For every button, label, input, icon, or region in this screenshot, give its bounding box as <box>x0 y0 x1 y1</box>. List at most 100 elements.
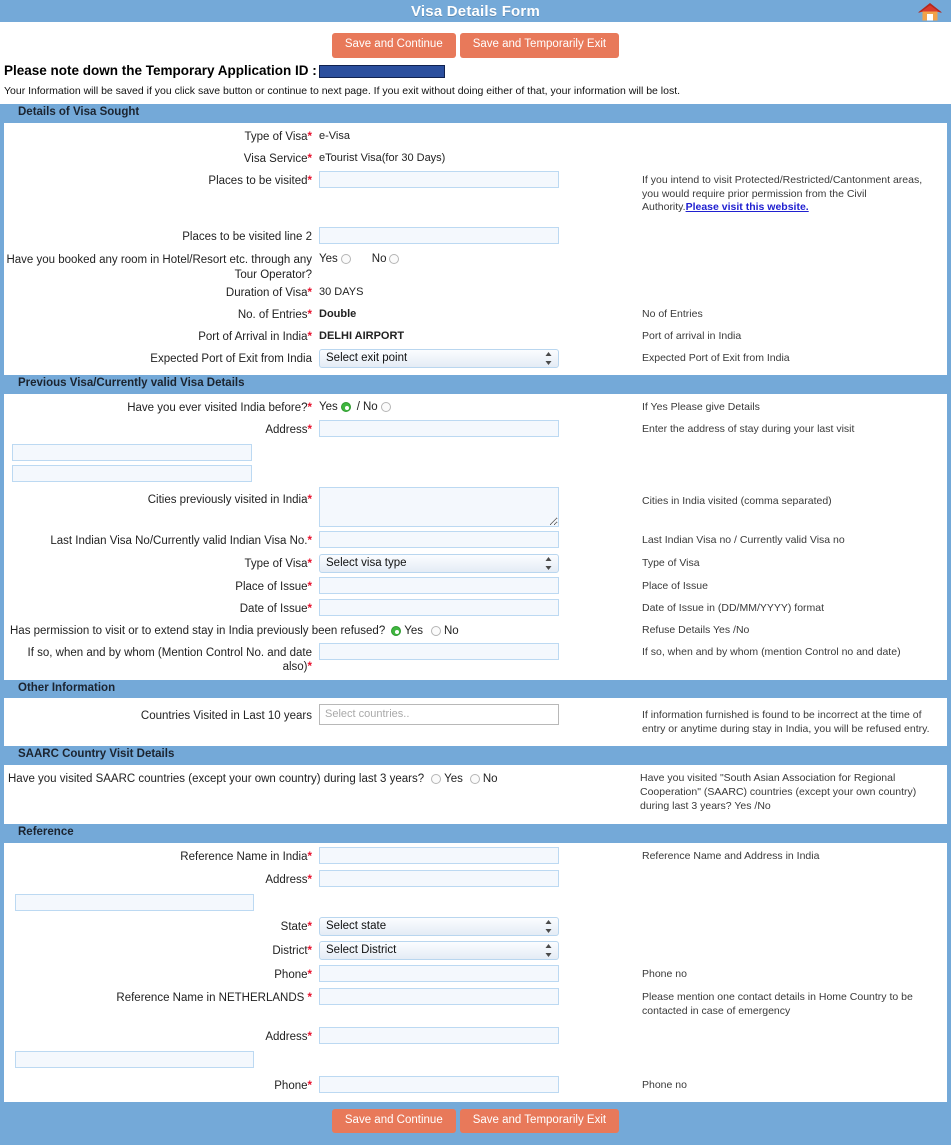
application-id-value-redacted <box>318 65 445 79</box>
visited-yes-radio[interactable] <box>340 401 351 412</box>
help-reference-district <box>634 941 947 944</box>
value-port-of-arrival: DELHI AIRPORT <box>319 330 405 343</box>
help-no-of-entries: No of Entries <box>642 308 703 321</box>
reference-state-select[interactable]: Select state <box>319 917 559 937</box>
help-reference-address-home <box>634 1027 947 1030</box>
protected-areas-website-link[interactable]: Please visit this website. <box>686 201 809 213</box>
row-previous-visa-type: Type of Visa* Select visa type Type of V… <box>4 553 947 575</box>
help-countries-visited: If information furnished is found to be … <box>642 709 930 736</box>
section-header-saarc: SAARC Country Visit Details <box>4 746 947 765</box>
last-visa-no-input[interactable] <box>319 530 559 548</box>
row-reference-state: State* Select state <box>4 917 947 938</box>
required-marker: * <box>307 851 312 864</box>
save-and-continue-button-bottom[interactable]: Save and Continue <box>331 1108 456 1134</box>
refused-no-radio[interactable] <box>431 626 441 637</box>
hotel-no-label: No <box>371 253 387 266</box>
refused-yes-radio[interactable] <box>391 626 402 637</box>
label-port-of-exit: Expected Port of Exit from India <box>150 353 312 366</box>
previous-visa-type-select[interactable]: Select visa type <box>319 553 559 573</box>
saarc-no-radio[interactable] <box>469 774 480 785</box>
reference-name-india-input[interactable] <box>319 847 559 865</box>
help-reference-state <box>634 917 947 920</box>
help-reference-phone-india: Phone no <box>642 968 687 981</box>
question-permission-refused: Has permission to visit or to extend sta… <box>10 624 459 637</box>
label-reference-name-india: Reference Name in India* <box>180 851 312 864</box>
place-of-issue-input[interactable] <box>319 576 559 594</box>
label-reference-state: State* <box>280 921 312 934</box>
required-marker: * <box>307 580 312 593</box>
row-place-of-issue: Place of Issue* Place of Issue <box>4 576 947 598</box>
places-line-2-input[interactable] <box>319 227 559 245</box>
title-bar: Visa Details Form <box>0 0 951 22</box>
port-of-exit-select[interactable]: Select exit point <box>319 349 559 369</box>
if-so-when-by-whom-input[interactable] <box>319 642 559 660</box>
hotel-yes-radio[interactable] <box>340 254 351 265</box>
label-if-so-when-by-whom: If so, when and by whom (Mention Control… <box>27 646 312 674</box>
save-and-temporarily-exit-button-top[interactable]: Save and Temporarily Exit <box>459 33 620 58</box>
label-last-visa-no: Last Indian Visa No/Currently valid Indi… <box>50 534 312 547</box>
label-places-to-be-visited: Places to be visited* <box>208 174 312 187</box>
required-marker: * <box>307 287 312 300</box>
row-reference-name-home-country: Reference Name in NETHERLANDS * Please m… <box>4 988 947 1019</box>
footer-button-row: Save and Continue Save and Temporarily E… <box>0 1101 951 1142</box>
row-reference-address-india: Address* <box>4 870 947 891</box>
row-countries-visited: Countries Visited in Last 10 years Selec… <box>4 704 947 737</box>
hotel-no-radio[interactable] <box>389 254 400 265</box>
radio-separator: / <box>356 400 360 413</box>
previous-address-line-3-input[interactable] <box>12 464 252 482</box>
save-note-text: Your Information will be saved if you cl… <box>4 85 681 98</box>
previous-address-line-2-input[interactable] <box>12 443 252 461</box>
row-if-so-when-by-whom: If so, when and by whom (Mention Control… <box>4 642 947 675</box>
save-and-continue-button-top[interactable]: Save and Continue <box>331 33 456 58</box>
row-permission-refused: Has permission to visit or to extend sta… <box>4 621 947 642</box>
cities-visited-textarea[interactable] <box>319 486 559 527</box>
required-marker: * <box>307 1030 312 1043</box>
reference-address-india-line-2-wrap <box>4 892 947 913</box>
visited-no-radio[interactable] <box>380 401 391 412</box>
reference-address-india-line-2-input[interactable] <box>15 894 254 912</box>
reference-name-home-country-input[interactable] <box>319 988 559 1006</box>
row-cities-visited: Cities previously visited in India* Citi… <box>4 486 947 530</box>
row-port-of-arrival: Port of Arrival in India* DELHI AIRPORT … <box>4 327 947 348</box>
reference-phone-home-input[interactable] <box>319 1075 559 1093</box>
label-place-of-issue: Place of Issue* <box>235 580 312 593</box>
save-and-temporarily-exit-button-bottom[interactable]: Save and Temporarily Exit <box>459 1108 620 1134</box>
date-of-issue-input[interactable] <box>319 598 559 616</box>
label-visa-service: Visa Service* <box>243 152 312 165</box>
help-visa-service <box>634 149 947 152</box>
page-title: Visa Details Form <box>410 2 540 20</box>
help-type-of-visa <box>634 127 947 130</box>
label-reference-address-home: Address* <box>265 1030 312 1043</box>
section-body-other-information: Countries Visited in Last 10 years Selec… <box>4 698 947 746</box>
row-reference-district: District* Select District <box>4 941 947 962</box>
label-previous-address: Address* <box>265 423 312 436</box>
row-reference-name-india: Reference Name in India* Reference Name … <box>4 847 947 868</box>
section-body-reference: Reference Name in India* Reference Name … <box>4 843 947 1102</box>
row-port-of-exit: Expected Port of Exit from India Select … <box>4 349 947 370</box>
reference-phone-india-input[interactable] <box>319 965 559 983</box>
row-reference-address-home: Address* <box>4 1026 947 1048</box>
required-marker: * <box>307 557 312 570</box>
reference-district-select[interactable]: Select District <box>319 941 559 961</box>
value-no-of-entries: Double <box>319 308 357 321</box>
help-previous-visa-type: Type of Visa <box>642 556 700 569</box>
row-last-visa-no: Last Indian Visa No/Currently valid Indi… <box>4 530 947 552</box>
bottom-strip <box>0 1141 951 1145</box>
reference-address-home-line-2-input[interactable] <box>15 1050 254 1068</box>
required-marker: * <box>307 423 312 436</box>
places-to-be-visited-input[interactable] <box>319 170 559 188</box>
help-port-of-arrival: Port of arrival in India <box>642 330 742 343</box>
visited-yes-label: Yes <box>319 400 338 413</box>
countries-visited-multiselect[interactable]: Select countries.. <box>319 704 559 726</box>
top-area: Save and Continue Save and Temporarily E… <box>0 22 951 104</box>
label-reference-name-home-country: Reference Name in NETHERLANDS * <box>116 992 312 1005</box>
help-last-visa-no: Last Indian Visa no / Currently valid Vi… <box>642 533 845 546</box>
section-header-visa-sought: Details of Visa Sought <box>4 103 947 123</box>
reference-address-india-input[interactable] <box>319 870 559 888</box>
reference-address-home-input[interactable] <box>319 1026 559 1044</box>
saarc-yes-radio[interactable] <box>431 774 442 785</box>
home-icon[interactable] <box>917 1 943 23</box>
section-body-visa-sought: Type of Visa* e-Visa Visa Service* eTour… <box>4 123 947 375</box>
row-previous-address: Address* Enter the address of stay durin… <box>4 419 947 441</box>
previous-address-input[interactable] <box>319 419 559 437</box>
